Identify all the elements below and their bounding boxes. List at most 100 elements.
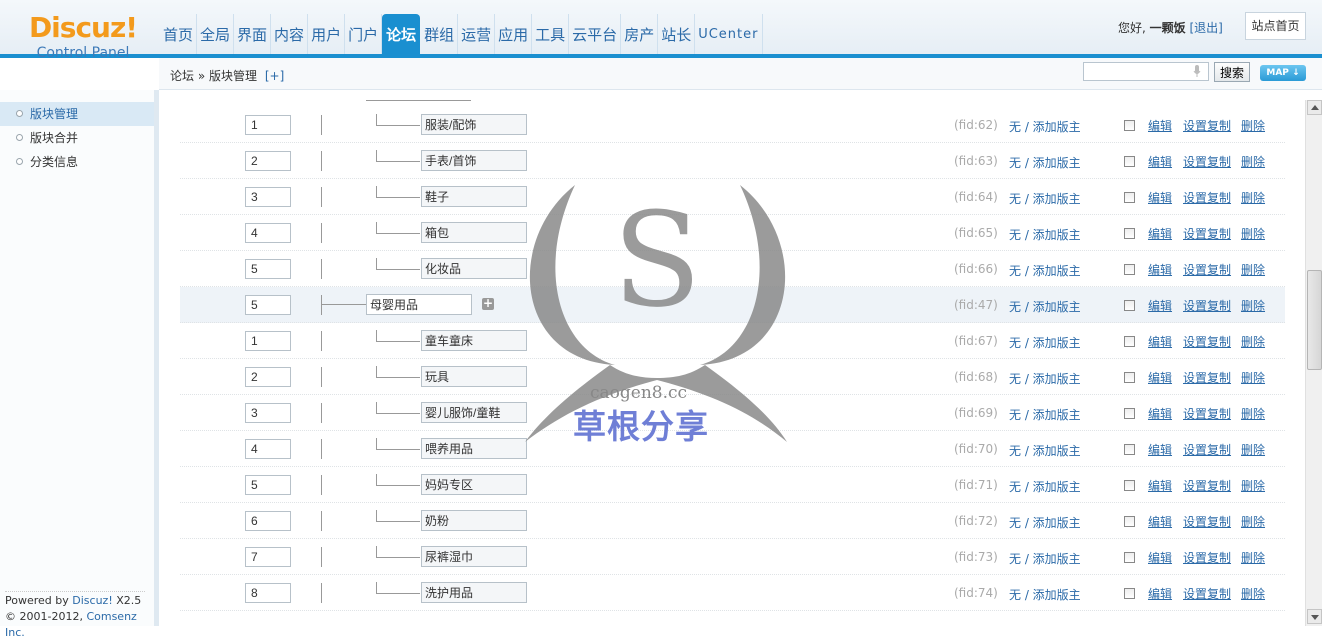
display-order-input[interactable] <box>245 187 291 207</box>
display-order-input[interactable] <box>245 259 291 279</box>
breadcrumb-section[interactable]: 论坛 <box>170 69 194 83</box>
edit-link[interactable]: 编辑 <box>1148 477 1172 494</box>
scrollbar-thumb[interactable] <box>1307 270 1322 370</box>
delete-link[interactable]: 删除 <box>1241 585 1265 602</box>
copy-settings-link[interactable]: 设置复制 <box>1183 441 1231 458</box>
delete-link[interactable]: 删除 <box>1241 369 1265 386</box>
nav-tab[interactable]: 房产 <box>621 14 659 54</box>
delete-link[interactable]: 删除 <box>1241 153 1265 170</box>
select-checkbox[interactable] <box>1124 372 1135 383</box>
edit-link[interactable]: 编辑 <box>1148 297 1172 314</box>
copy-settings-link[interactable]: 设置复制 <box>1183 477 1231 494</box>
search-input[interactable] <box>1083 62 1209 81</box>
edit-link[interactable]: 编辑 <box>1148 513 1172 530</box>
moderator-link[interactable]: 无 / 添加版主 <box>1009 226 1081 243</box>
nav-tab[interactable]: 工具 <box>532 14 570 54</box>
display-order-input[interactable] <box>245 151 291 171</box>
display-order-input[interactable] <box>245 475 291 495</box>
select-checkbox[interactable] <box>1124 408 1135 419</box>
search-button[interactable]: 搜索 <box>1214 62 1250 82</box>
nav-tab[interactable]: 界面 <box>234 14 272 54</box>
copy-settings-link[interactable]: 设置复制 <box>1183 513 1231 530</box>
nav-tab[interactable]: 用户 <box>308 14 346 54</box>
display-order-input[interactable] <box>245 547 291 567</box>
nav-tab[interactable]: 云平台 <box>569 14 622 54</box>
delete-link[interactable]: 删除 <box>1241 405 1265 422</box>
forum-name-input[interactable] <box>421 222 527 243</box>
forum-name-input[interactable] <box>421 474 527 495</box>
nav-tab[interactable]: 论坛 <box>382 14 421 54</box>
forum-name-input[interactable] <box>421 366 527 387</box>
edit-link[interactable]: 编辑 <box>1148 585 1172 602</box>
display-order-input[interactable] <box>245 583 291 603</box>
display-order-input[interactable] <box>245 439 291 459</box>
copy-settings-link[interactable]: 设置复制 <box>1183 405 1231 422</box>
edit-link[interactable]: 编辑 <box>1148 333 1172 350</box>
delete-link[interactable]: 删除 <box>1241 297 1265 314</box>
discuz-logo[interactable]: Discuz! Control Panel <box>18 14 148 62</box>
delete-link[interactable]: 删除 <box>1241 513 1265 530</box>
copy-settings-link[interactable]: 设置复制 <box>1183 333 1231 350</box>
add-forum-link[interactable]: [+] <box>265 69 284 83</box>
select-checkbox[interactable] <box>1124 588 1135 599</box>
forum-name-input[interactable] <box>421 402 527 423</box>
forum-name-input[interactable] <box>421 114 527 135</box>
forum-name-input[interactable] <box>421 258 527 279</box>
delete-link[interactable]: 删除 <box>1241 225 1265 242</box>
moderator-link[interactable]: 无 / 添加版主 <box>1009 334 1081 351</box>
forum-name-input[interactable] <box>421 186 527 207</box>
nav-tab[interactable]: 门户 <box>345 14 383 54</box>
forum-name-input[interactable] <box>421 438 527 459</box>
select-checkbox[interactable] <box>1124 156 1135 167</box>
edit-link[interactable]: 编辑 <box>1148 441 1172 458</box>
moderator-link[interactable]: 无 / 添加版主 <box>1009 406 1081 423</box>
forum-name-input[interactable] <box>421 582 527 603</box>
select-checkbox[interactable] <box>1124 192 1135 203</box>
forum-name-input[interactable] <box>366 294 472 315</box>
copy-settings-link[interactable]: 设置复制 <box>1183 549 1231 566</box>
display-order-input[interactable] <box>245 223 291 243</box>
forum-name-input[interactable] <box>421 150 527 171</box>
edit-link[interactable]: 编辑 <box>1148 153 1172 170</box>
display-order-input[interactable] <box>245 367 291 387</box>
delete-link[interactable]: 删除 <box>1241 549 1265 566</box>
map-button[interactable]: MAP ↓ <box>1260 65 1306 81</box>
nav-tab[interactable]: 运营 <box>458 14 496 54</box>
select-checkbox[interactable] <box>1124 444 1135 455</box>
copy-settings-link[interactable]: 设置复制 <box>1183 297 1231 314</box>
moderator-link[interactable]: 无 / 添加版主 <box>1009 442 1081 459</box>
microphone-icon[interactable] <box>1193 65 1201 77</box>
select-checkbox[interactable] <box>1124 264 1135 275</box>
site-home-button[interactable]: 站点首页 <box>1245 12 1306 40</box>
edit-link[interactable]: 编辑 <box>1148 117 1172 134</box>
select-checkbox[interactable] <box>1124 300 1135 311</box>
copy-settings-link[interactable]: 设置复制 <box>1183 261 1231 278</box>
display-order-input[interactable] <box>245 115 291 135</box>
display-order-input[interactable] <box>245 295 291 315</box>
scrollbar[interactable] <box>1305 100 1322 626</box>
forum-name-input[interactable] <box>421 510 527 531</box>
edit-link[interactable]: 编辑 <box>1148 405 1172 422</box>
select-checkbox[interactable] <box>1124 516 1135 527</box>
delete-link[interactable]: 删除 <box>1241 477 1265 494</box>
sidebar-item[interactable]: 版块合并 <box>0 126 154 150</box>
copy-settings-link[interactable]: 设置复制 <box>1183 117 1231 134</box>
moderator-link[interactable]: 无 / 添加版主 <box>1009 298 1081 315</box>
moderator-link[interactable]: 无 / 添加版主 <box>1009 370 1081 387</box>
edit-link[interactable]: 编辑 <box>1148 261 1172 278</box>
copy-settings-link[interactable]: 设置复制 <box>1183 369 1231 386</box>
copy-settings-link[interactable]: 设置复制 <box>1183 585 1231 602</box>
select-checkbox[interactable] <box>1124 336 1135 347</box>
edit-link[interactable]: 编辑 <box>1148 225 1172 242</box>
moderator-link[interactable]: 无 / 添加版主 <box>1009 262 1081 279</box>
scroll-up-icon[interactable] <box>1307 100 1322 115</box>
forum-name-input[interactable] <box>421 546 527 567</box>
select-checkbox[interactable] <box>1124 228 1135 239</box>
logout-link[interactable]: [退出] <box>1190 21 1223 35</box>
nav-tab[interactable]: UCenter <box>695 14 763 54</box>
nav-tab[interactable]: 群组 <box>421 14 459 54</box>
edit-link[interactable]: 编辑 <box>1148 549 1172 566</box>
moderator-link[interactable]: 无 / 添加版主 <box>1009 514 1081 531</box>
moderator-link[interactable]: 无 / 添加版主 <box>1009 478 1081 495</box>
expand-plus-icon[interactable]: + <box>482 297 494 310</box>
